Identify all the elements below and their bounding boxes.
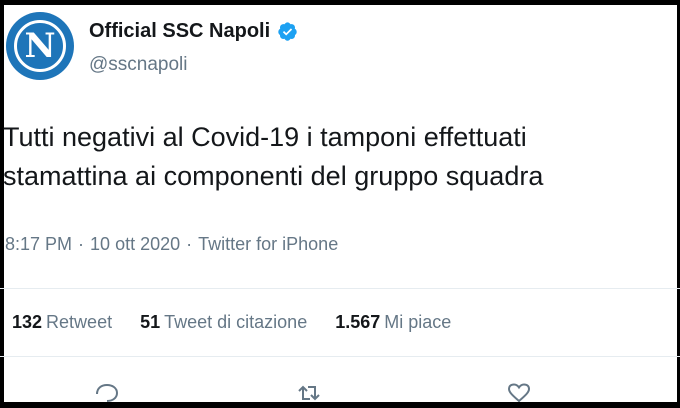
quote-count-stat[interactable]: 51 Tweet di citazione bbox=[140, 312, 307, 333]
author-name-row: Official SSC Napoli bbox=[89, 20, 298, 43]
quote-count: 51 bbox=[140, 312, 161, 332]
tweet-date[interactable]: 10 ott 2020 bbox=[90, 234, 180, 255]
retweet-count-stat[interactable]: 132 Retweet bbox=[12, 312, 112, 333]
divider bbox=[0, 356, 680, 357]
display-name[interactable]: Official SSC Napoli bbox=[89, 20, 270, 43]
verified-badge-icon bbox=[278, 22, 297, 41]
reply-icon[interactable] bbox=[94, 382, 120, 402]
meta-separator: · bbox=[78, 234, 85, 254]
divider bbox=[0, 288, 680, 289]
like-count-stat[interactable]: 1.567 Mi piace bbox=[335, 312, 451, 333]
avatar-ring: N bbox=[14, 20, 66, 72]
meta-separator: · bbox=[186, 234, 193, 254]
retweet-icon[interactable] bbox=[296, 382, 322, 402]
tweet-text-line: stamattina ai componenti del gruppo squa… bbox=[3, 161, 544, 191]
like-label: Mi piace bbox=[384, 312, 452, 332]
tweet-meta: 8:17 PM · 10 ott 2020 · Twitter for iPho… bbox=[5, 234, 338, 255]
retweet-label: Retweet bbox=[46, 312, 113, 332]
tweet-source[interactable]: Twitter for iPhone bbox=[198, 234, 338, 255]
like-icon[interactable] bbox=[506, 382, 532, 402]
tweet-text-line: Tutti negativi al Covid-19 i tamponi eff… bbox=[3, 122, 527, 152]
avatar-letter: N bbox=[24, 26, 56, 66]
action-bar bbox=[0, 382, 680, 402]
like-count: 1.567 bbox=[335, 312, 381, 332]
quote-label: Tweet di citazione bbox=[164, 312, 308, 332]
retweet-count: 132 bbox=[12, 312, 43, 332]
avatar[interactable]: N bbox=[6, 12, 74, 80]
tweet-time[interactable]: 8:17 PM bbox=[5, 234, 72, 255]
tweet-text: Tutti negativi al Covid-19 i tamponi eff… bbox=[3, 118, 673, 196]
engagement-stats: 132 Retweet 51 Tweet di citazione 1.567 Mi … bbox=[12, 312, 479, 333]
handle[interactable]: @sscnapoli bbox=[89, 54, 188, 76]
